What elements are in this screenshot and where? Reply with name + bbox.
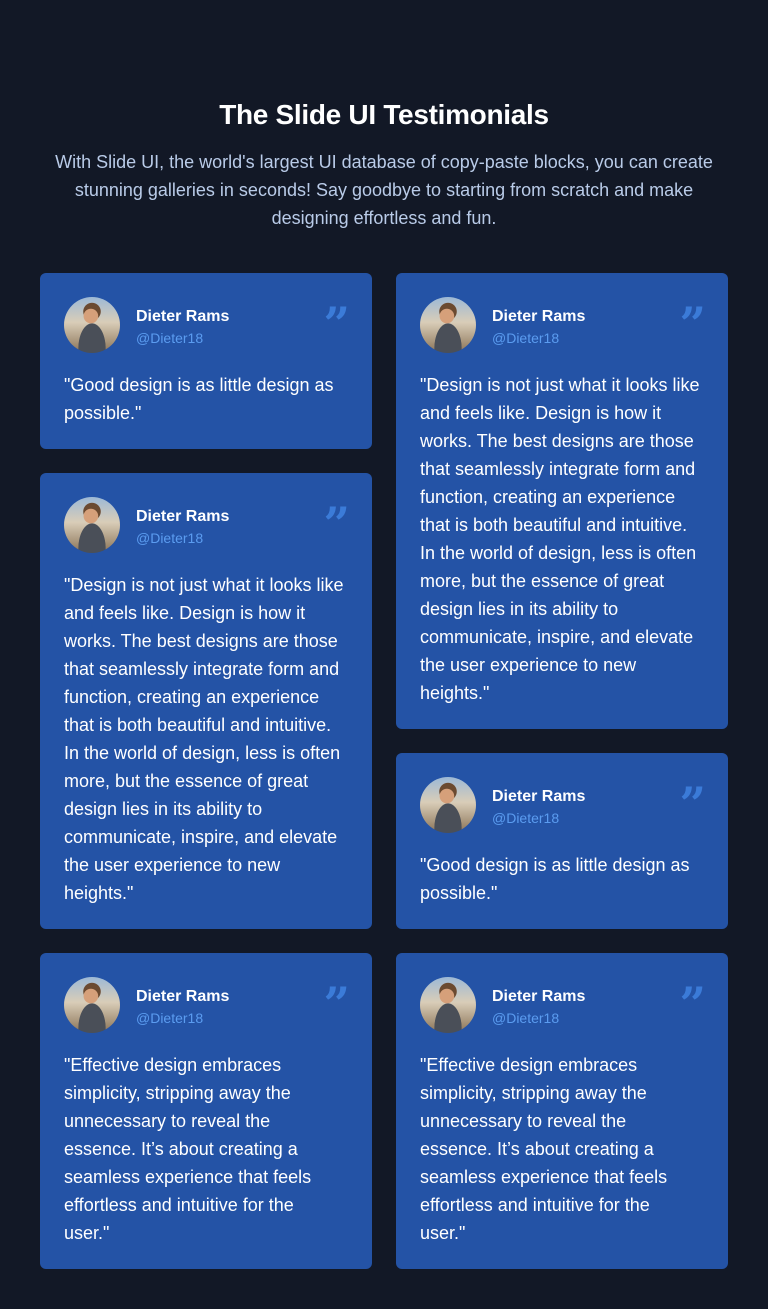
testimonial-quote: "Effective design embraces simplicity, s… xyxy=(64,1055,312,1243)
avatar xyxy=(64,977,120,1033)
testimonials-header: The Slide UI Testimonials With Slide UI,… xyxy=(0,96,768,232)
testimonial-author: Dieter Rams @Dieter18 ” xyxy=(64,497,351,553)
author-name: Dieter Rams xyxy=(136,988,230,1005)
author-name: Dieter Rams xyxy=(492,988,586,1005)
testimonial-card: Dieter Rams @Dieter18 ” "Design is not j… xyxy=(396,273,728,729)
testimonial-card: Dieter Rams @Dieter18 ” "Effective desig… xyxy=(40,953,372,1269)
author-name: Dieter Rams xyxy=(136,308,230,325)
testimonial-quote: "Effective design embraces simplicity, s… xyxy=(420,1055,668,1243)
quote-icon: ” xyxy=(323,497,351,551)
testimonial-author: Dieter Rams @Dieter18 ” xyxy=(420,777,707,833)
testimonial-author: Dieter Rams @Dieter18 ” xyxy=(420,977,707,1033)
quote-icon: ” xyxy=(679,977,707,1031)
author-handle: @Dieter18 xyxy=(492,330,560,346)
testimonial-quote: "Good design is as little design as poss… xyxy=(64,375,334,423)
testimonial-author: Dieter Rams @Dieter18 ” xyxy=(420,297,707,353)
page-subtitle: With Slide UI, the world's largest UI da… xyxy=(55,152,713,228)
testimonial-author: Dieter Rams @Dieter18 ” xyxy=(64,977,351,1033)
page-title: The Slide UI Testimonials xyxy=(219,99,549,130)
avatar xyxy=(420,297,476,353)
testimonial-quote: "Design is not just what it looks like a… xyxy=(64,575,344,903)
avatar xyxy=(64,497,120,553)
testimonial-card: Dieter Rams @Dieter18 ” "Effective desig… xyxy=(396,953,728,1269)
author-handle: @Dieter18 xyxy=(136,330,204,346)
author-name: Dieter Rams xyxy=(492,788,586,805)
author-name: Dieter Rams xyxy=(136,508,230,525)
testimonial-card: Dieter Rams @Dieter18 ” "Good design is … xyxy=(40,273,372,449)
quote-icon: ” xyxy=(679,297,707,351)
author-name: Dieter Rams xyxy=(492,308,586,325)
author-handle: @Dieter18 xyxy=(136,1010,204,1026)
testimonial-author: Dieter Rams @Dieter18 ” xyxy=(64,297,351,353)
author-handle: @Dieter18 xyxy=(492,810,560,826)
testimonial-quote: "Good design is as little design as poss… xyxy=(420,855,690,903)
quote-icon: ” xyxy=(679,777,707,831)
quote-icon: ” xyxy=(323,977,351,1031)
author-handle: @Dieter18 xyxy=(136,530,204,546)
testimonial-card: Dieter Rams @Dieter18 ” "Good design is … xyxy=(396,753,728,929)
avatar xyxy=(64,297,120,353)
quote-icon: ” xyxy=(323,297,351,351)
testimonial-quote: "Design is not just what it looks like a… xyxy=(420,375,700,703)
avatar xyxy=(420,977,476,1033)
avatar xyxy=(420,777,476,833)
testimonial-card: Dieter Rams @Dieter18 ” "Design is not j… xyxy=(40,473,372,929)
author-handle: @Dieter18 xyxy=(492,1010,560,1026)
